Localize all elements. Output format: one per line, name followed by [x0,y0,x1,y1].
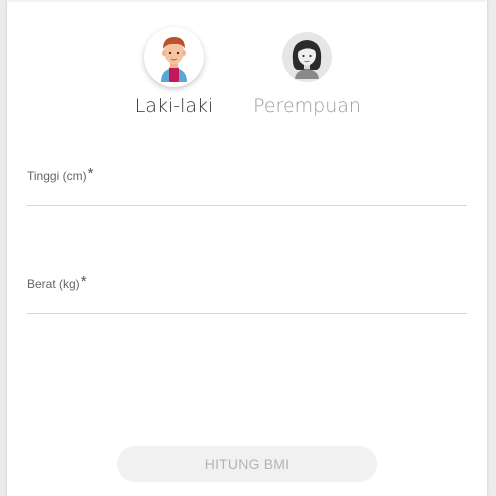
height-field: Tinggi (cm)* [27,165,467,206]
gender-option-male[interactable]: Laki-laki [134,27,214,117]
female-avatar-icon [282,32,332,82]
card-top-border [7,0,487,2]
height-input[interactable] [27,186,467,206]
male-avatar-icon [144,27,204,87]
gender-male-label: Laki-laki [134,95,214,117]
weight-field: Berat (kg)* [27,273,467,314]
gender-female-label: Perempuan [253,95,361,117]
required-mark: * [80,273,87,290]
calculate-bmi-button[interactable]: HITUNG BMI [117,446,377,482]
gender-option-female[interactable]: Perempuan [253,27,361,117]
bmi-form-card: Laki-laki Perempuan Tinggi (cm)* Berat (… [7,0,487,496]
height-label: Tinggi (cm)* [27,165,94,183]
required-mark: * [87,165,94,182]
weight-input[interactable] [27,294,467,314]
weight-label: Berat (kg)* [27,273,87,291]
